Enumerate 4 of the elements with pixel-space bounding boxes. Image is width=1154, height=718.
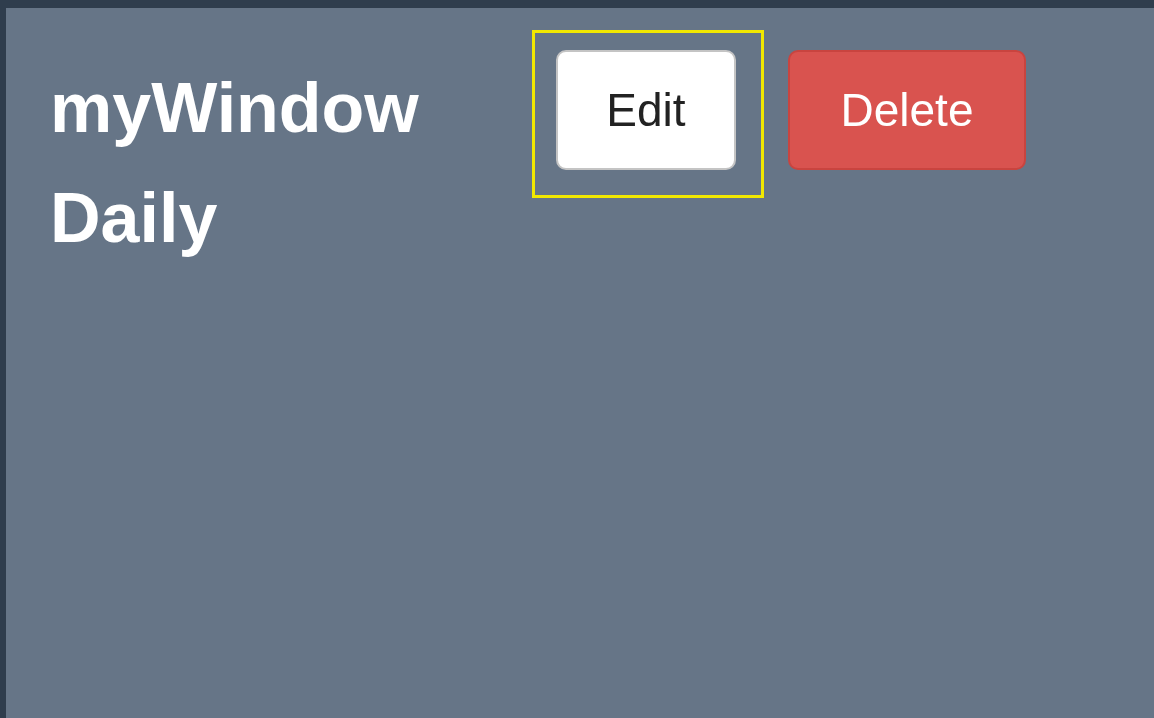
title-text: Daily: [50, 178, 218, 259]
title-text: myWindow: [50, 68, 419, 149]
delete-button[interactable]: Delete: [788, 50, 1026, 170]
edit-button[interactable]: Edit: [556, 50, 736, 170]
